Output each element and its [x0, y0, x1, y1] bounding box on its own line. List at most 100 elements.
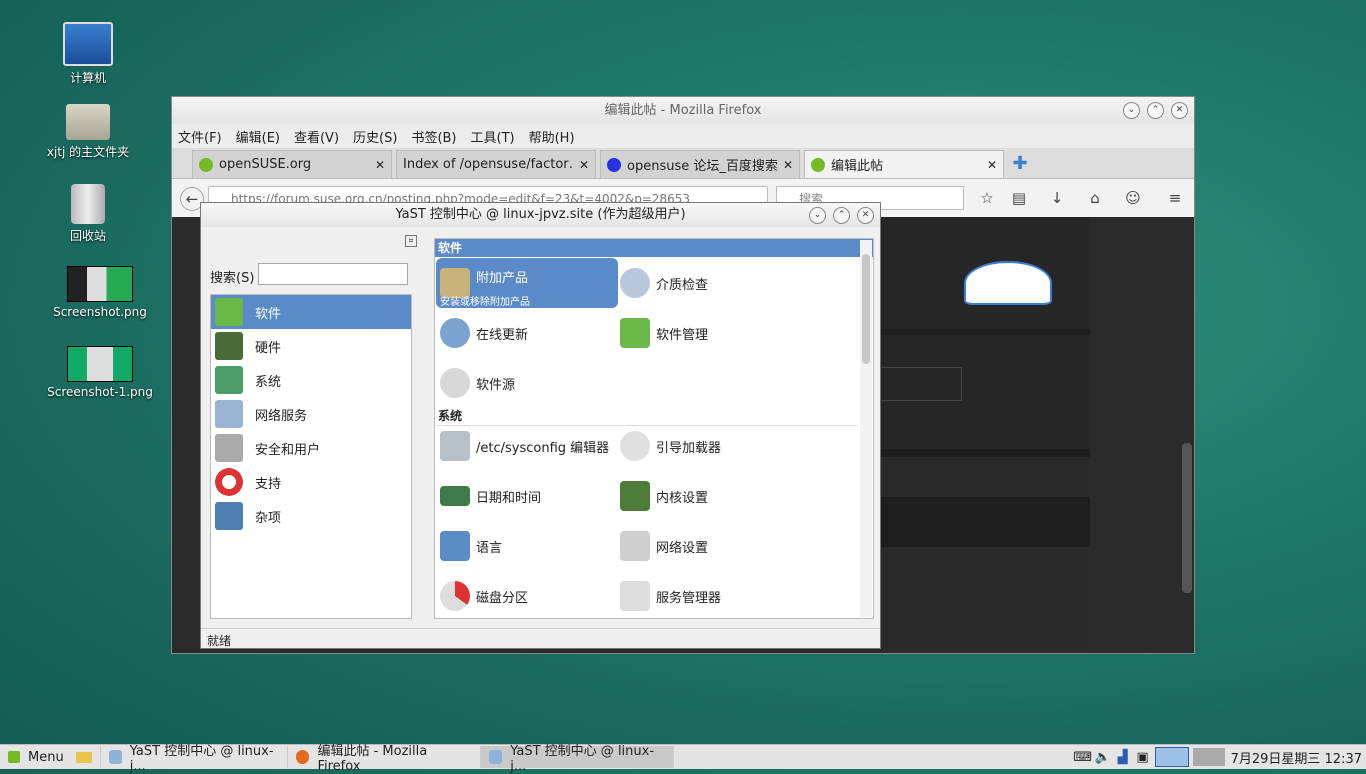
minimize-button[interactable]: ⌄: [1123, 102, 1140, 119]
tab-strip: openSUSE.org ✕ Index of /opensuse/factor…: [172, 148, 1194, 179]
network-signal-icon[interactable]: ▟: [1113, 750, 1133, 765]
yast-search-input[interactable]: [258, 263, 408, 285]
category-network-services[interactable]: 网络服务: [211, 397, 411, 431]
magnifier-disc-icon: [620, 268, 650, 298]
section-header-software: 软件: [435, 239, 873, 257]
minimize-button[interactable]: ⌄: [809, 207, 826, 224]
desktop-icon-trash[interactable]: 回收站: [33, 184, 143, 244]
kernel-tools-icon: [620, 481, 650, 511]
rocket-icon: [620, 581, 650, 611]
close-tab-icon[interactable]: ✕: [987, 158, 997, 172]
opensuse-favicon-icon: [811, 157, 825, 172]
detach-icon[interactable]: ⌗: [405, 235, 417, 247]
taskbar-item-yast-1[interactable]: YaST 控制中心 @ linux-j...: [101, 744, 288, 774]
close-tab-icon[interactable]: ✕: [375, 158, 385, 172]
menu-file[interactable]: 文件(F): [178, 127, 222, 146]
desktop-icon-screenshot-1[interactable]: Screenshot-1.png: [45, 346, 155, 399]
window-title: 编辑此帖 - Mozilla Firefox: [604, 103, 762, 118]
category-software[interactable]: 软件: [211, 295, 411, 329]
desktop-icon-label: Screenshot.png: [53, 305, 147, 319]
category-security-users[interactable]: 安全和用户: [211, 431, 411, 465]
taskbar-item-firefox[interactable]: 编辑此帖 - Mozilla Firefox: [288, 744, 481, 774]
module-online-update[interactable]: 在线更新: [436, 308, 618, 358]
desktop-icon-label: Screenshot-1.png: [47, 385, 153, 399]
menu-view[interactable]: 查看(V): [294, 127, 339, 146]
firefox-titlebar[interactable]: 编辑此帖 - Mozilla Firefox ⌄ ⌃ ✕: [172, 97, 1194, 124]
chat-icon[interactable]: ☺: [1124, 189, 1142, 207]
tab-opensuse[interactable]: openSUSE.org ✕: [192, 150, 392, 178]
clipboard-icon[interactable]: ▣: [1133, 750, 1153, 765]
menu-icon: [8, 751, 20, 763]
close-button[interactable]: ✕: [1171, 102, 1188, 119]
reading-list-icon[interactable]: ▤: [1010, 189, 1028, 207]
module-boot-loader[interactable]: 引导加载器: [620, 421, 802, 471]
opensuse-favicon-icon: [199, 157, 213, 172]
desktop-icon-label: 回收站: [69, 229, 106, 243]
module-software-repositories[interactable]: 软件源: [436, 358, 618, 408]
module-partitioner[interactable]: 磁盘分区: [436, 571, 618, 618]
category-misc[interactable]: 杂项: [211, 499, 411, 533]
clock[interactable]: 7月29日星期三 12:37: [1231, 748, 1366, 767]
menu-history[interactable]: 历史(S): [353, 127, 397, 146]
desktop-icon-computer[interactable]: 计算机: [33, 22, 143, 86]
module-date-time[interactable]: 日期和时间: [436, 471, 618, 521]
module-scrollbar[interactable]: [860, 240, 872, 617]
close-tab-icon[interactable]: ✕: [783, 158, 793, 172]
status-text: 就绪: [207, 634, 232, 648]
yast-titlebar[interactable]: YaST 控制中心 @ linux-jpvz.site (作为超级用户) ⌄ ⌃…: [201, 203, 880, 227]
keys-icon: [215, 434, 243, 462]
software-box-icon: [620, 318, 650, 348]
computer-icon: [63, 22, 113, 66]
module-language[interactable]: 语言: [436, 521, 618, 571]
desktop-icon-home[interactable]: xjtj 的主文件夹: [33, 104, 143, 160]
category-list: 软件 硬件 系统 网络服务 安全和用户 支持 杂项: [210, 294, 412, 619]
mascot-image: [964, 261, 1052, 305]
close-tab-icon[interactable]: ✕: [579, 158, 589, 172]
module-services-manager[interactable]: 服务管理器: [620, 571, 802, 618]
module-label: 附加产品: [476, 270, 529, 286]
download-icon[interactable]: ↓: [1048, 189, 1066, 207]
module-software-management[interactable]: 软件管理: [620, 308, 802, 358]
category-system[interactable]: 系统: [211, 363, 411, 397]
taskbar-item-yast-2[interactable]: YaST 控制中心 @ linux-j...: [480, 744, 674, 774]
menu-edit[interactable]: 编辑(E): [236, 127, 280, 146]
menu-bookmarks[interactable]: 书签(B): [411, 127, 456, 146]
trash-icon: [71, 184, 105, 224]
lifebuoy-icon: [215, 468, 243, 496]
keyboard-icon[interactable]: ⌨: [1073, 750, 1093, 765]
workspace-2[interactable]: [1192, 748, 1225, 766]
image-file-icon: [67, 266, 133, 302]
module-add-on-products[interactable]: 附加产品 安装或移除附加产品: [436, 258, 618, 308]
menu-help[interactable]: 帮助(H): [529, 127, 575, 146]
page-vertical-scrollbar[interactable]: [1182, 217, 1192, 651]
start-menu-button[interactable]: Menu: [0, 746, 101, 768]
new-tab-icon[interactable]: ✚: [1008, 150, 1032, 178]
close-button[interactable]: ✕: [857, 207, 874, 224]
hamburger-menu-icon[interactable]: ≡: [1166, 189, 1184, 207]
home-icon[interactable]: ⌂: [1086, 189, 1104, 207]
module-sysconfig-editor[interactable]: /etc/sysconfig 编辑器: [436, 421, 618, 471]
desktop-icon-screenshot[interactable]: Screenshot.png: [45, 266, 155, 319]
scrollbar-thumb[interactable]: [862, 254, 870, 364]
module-kernel-settings[interactable]: 内核设置: [620, 471, 802, 521]
scrollbar-thumb[interactable]: [1182, 443, 1192, 593]
maximize-button[interactable]: ⌃: [833, 207, 850, 224]
tab-index[interactable]: Index of /opensuse/factor… ✕: [396, 150, 596, 178]
tab-edit-post[interactable]: 编辑此帖 ✕: [804, 150, 1004, 178]
volume-icon[interactable]: 🔈: [1093, 750, 1113, 765]
power-icon: [620, 431, 650, 461]
bookmark-star-icon[interactable]: ☆: [978, 189, 996, 207]
tab-baidu[interactable]: opensuse 论坛_百度搜索 ✕: [600, 150, 800, 178]
network-services-icon: [215, 400, 243, 428]
module-network-settings[interactable]: 网络设置: [620, 521, 802, 571]
workspace-1[interactable]: [1154, 747, 1189, 767]
category-support[interactable]: 支持: [211, 465, 411, 499]
menu-tools[interactable]: 工具(T): [471, 127, 515, 146]
module-media-check[interactable]: 介质检查: [620, 258, 802, 308]
yast-icon: [108, 750, 122, 764]
flag-icon: [440, 531, 470, 561]
yast-window: YaST 控制中心 @ linux-jpvz.site (作为超级用户) ⌄ ⌃…: [200, 202, 881, 649]
category-hardware[interactable]: 硬件: [211, 329, 411, 363]
maximize-button[interactable]: ⌃: [1147, 102, 1164, 119]
hardware-icon: [215, 332, 243, 360]
